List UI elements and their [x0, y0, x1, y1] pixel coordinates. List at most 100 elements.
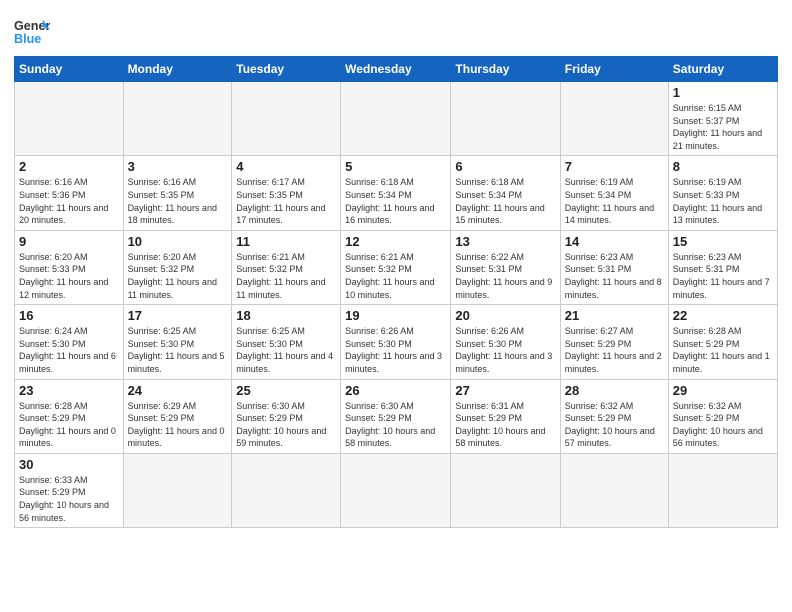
calendar-cell: 28 Sunrise: 6:32 AM Sunset: 5:29 PM Dayli… — [560, 379, 668, 453]
calendar-cell: 18 Sunrise: 6:25 AM Sunset: 5:30 PM Dayli… — [232, 305, 341, 379]
calendar-cell: 25Sunrise: 6:30 AM Sunset: 5:29 PM Dayli… — [232, 379, 341, 453]
calendar-cell: 14 Sunrise: 6:23 AM Sunset: 5:31 PM Dayli… — [560, 230, 668, 304]
calendar-cell: 13 Sunrise: 6:22 AM Sunset: 5:31 PM Dayli… — [451, 230, 560, 304]
calendar-cell: 27Sunrise: 6:31 AM Sunset: 5:29 PM Dayli… — [451, 379, 560, 453]
calendar-cell: 7Sunrise: 6:19 AM Sunset: 5:34 PM Daylig… — [560, 156, 668, 230]
day-number: 7 — [565, 159, 664, 174]
day-number: 26 — [345, 383, 446, 398]
day-number: 9 — [19, 234, 119, 249]
day-number: 22 — [673, 308, 773, 323]
weekday-header-friday: Friday — [560, 57, 668, 82]
day-number: 2 — [19, 159, 119, 174]
week-row-0: 1 Sunrise: 6:15 AM Sunset: 5:37 PM Daylig… — [15, 82, 778, 156]
day-info: Sunrise: 6:30 AM Sunset: 5:29 PM Dayligh… — [236, 400, 336, 450]
day-number: 5 — [345, 159, 446, 174]
calendar-cell: 6 Sunrise: 6:18 AM Sunset: 5:34 PM Daylig… — [451, 156, 560, 230]
calendar-cell: 20 Sunrise: 6:26 AM Sunset: 5:30 PM Dayli… — [451, 305, 560, 379]
week-row-3: 16Sunrise: 6:24 AM Sunset: 5:30 PM Dayli… — [15, 305, 778, 379]
calendar-cell — [451, 453, 560, 527]
header: General Blue — [14, 10, 778, 50]
calendar-cell — [232, 453, 341, 527]
calendar-cell: 23 Sunrise: 6:28 AM Sunset: 5:29 PM Dayli… — [15, 379, 124, 453]
calendar-cell — [341, 453, 451, 527]
calendar-cell — [668, 453, 777, 527]
logo-icon: General Blue — [14, 14, 50, 50]
calendar-cell: 12 Sunrise: 6:21 AM Sunset: 5:32 PM Dayli… — [341, 230, 451, 304]
day-number: 14 — [565, 234, 664, 249]
weekday-header-row: SundayMondayTuesdayWednesdayThursdayFrid… — [15, 57, 778, 82]
day-info: Sunrise: 6:25 AM Sunset: 5:30 PM Dayligh… — [236, 325, 336, 375]
day-number: 13 — [455, 234, 555, 249]
day-number: 28 — [565, 383, 664, 398]
calendar-cell: 3Sunrise: 6:16 AM Sunset: 5:35 PM Daylig… — [123, 156, 232, 230]
day-number: 27 — [455, 383, 555, 398]
calendar-cell: 15 Sunrise: 6:23 AM Sunset: 5:31 PM Dayli… — [668, 230, 777, 304]
calendar-cell: 19Sunrise: 6:26 AM Sunset: 5:30 PM Dayli… — [341, 305, 451, 379]
calendar-cell: 29Sunrise: 6:32 AM Sunset: 5:29 PM Dayli… — [668, 379, 777, 453]
calendar-cell: 11 Sunrise: 6:21 AM Sunset: 5:32 PM Dayli… — [232, 230, 341, 304]
logo: General Blue — [14, 14, 50, 50]
day-number: 15 — [673, 234, 773, 249]
day-number: 24 — [128, 383, 228, 398]
calendar: SundayMondayTuesdayWednesdayThursdayFrid… — [14, 56, 778, 528]
day-number: 17 — [128, 308, 228, 323]
calendar-cell: 17 Sunrise: 6:25 AM Sunset: 5:30 PM Dayli… — [123, 305, 232, 379]
day-info: Sunrise: 6:20 AM Sunset: 5:32 PM Dayligh… — [128, 251, 228, 301]
calendar-cell: 16Sunrise: 6:24 AM Sunset: 5:30 PM Dayli… — [15, 305, 124, 379]
day-info: Sunrise: 6:28 AM Sunset: 5:29 PM Dayligh… — [673, 325, 773, 375]
day-info: Sunrise: 6:15 AM Sunset: 5:37 PM Dayligh… — [673, 102, 773, 152]
day-info: Sunrise: 6:21 AM Sunset: 5:32 PM Dayligh… — [236, 251, 336, 301]
calendar-cell — [15, 82, 124, 156]
calendar-cell: 5 Sunrise: 6:18 AM Sunset: 5:34 PM Daylig… — [341, 156, 451, 230]
day-info: Sunrise: 6:20 AM Sunset: 5:33 PM Dayligh… — [19, 251, 119, 301]
calendar-cell: 1 Sunrise: 6:15 AM Sunset: 5:37 PM Daylig… — [668, 82, 777, 156]
day-info: Sunrise: 6:29 AM Sunset: 5:29 PM Dayligh… — [128, 400, 228, 450]
day-info: Sunrise: 6:16 AM Sunset: 5:36 PM Dayligh… — [19, 176, 119, 226]
day-info: Sunrise: 6:17 AM Sunset: 5:35 PM Dayligh… — [236, 176, 336, 226]
day-info: Sunrise: 6:26 AM Sunset: 5:30 PM Dayligh… — [345, 325, 446, 375]
day-info: Sunrise: 6:23 AM Sunset: 5:31 PM Dayligh… — [565, 251, 664, 301]
calendar-cell — [560, 82, 668, 156]
weekday-header-sunday: Sunday — [15, 57, 124, 82]
calendar-cell: 8 Sunrise: 6:19 AM Sunset: 5:33 PM Daylig… — [668, 156, 777, 230]
day-number: 18 — [236, 308, 336, 323]
weekday-header-monday: Monday — [123, 57, 232, 82]
calendar-cell: 21 Sunrise: 6:27 AM Sunset: 5:29 PM Dayli… — [560, 305, 668, 379]
day-number: 4 — [236, 159, 336, 174]
day-number: 10 — [128, 234, 228, 249]
day-info: Sunrise: 6:22 AM Sunset: 5:31 PM Dayligh… — [455, 251, 555, 301]
day-number: 11 — [236, 234, 336, 249]
day-info: Sunrise: 6:16 AM Sunset: 5:35 PM Dayligh… — [128, 176, 228, 226]
week-row-5: 30Sunrise: 6:33 AM Sunset: 5:29 PM Dayli… — [15, 453, 778, 527]
day-info: Sunrise: 6:32 AM Sunset: 5:29 PM Dayligh… — [565, 400, 664, 450]
day-number: 30 — [19, 457, 119, 472]
day-info: Sunrise: 6:26 AM Sunset: 5:30 PM Dayligh… — [455, 325, 555, 375]
calendar-cell — [341, 82, 451, 156]
day-number: 16 — [19, 308, 119, 323]
calendar-cell: 2 Sunrise: 6:16 AM Sunset: 5:36 PM Daylig… — [15, 156, 124, 230]
day-number: 21 — [565, 308, 664, 323]
day-info: Sunrise: 6:32 AM Sunset: 5:29 PM Dayligh… — [673, 400, 773, 450]
day-number: 23 — [19, 383, 119, 398]
day-info: Sunrise: 6:25 AM Sunset: 5:30 PM Dayligh… — [128, 325, 228, 375]
calendar-cell — [123, 453, 232, 527]
page: General Blue SundayMondayTuesdayWednesda… — [0, 0, 792, 612]
day-number: 12 — [345, 234, 446, 249]
weekday-header-thursday: Thursday — [451, 57, 560, 82]
day-number: 20 — [455, 308, 555, 323]
day-info: Sunrise: 6:18 AM Sunset: 5:34 PM Dayligh… — [345, 176, 446, 226]
day-number: 6 — [455, 159, 555, 174]
day-info: Sunrise: 6:28 AM Sunset: 5:29 PM Dayligh… — [19, 400, 119, 450]
day-number: 8 — [673, 159, 773, 174]
calendar-cell: 30Sunrise: 6:33 AM Sunset: 5:29 PM Dayli… — [15, 453, 124, 527]
day-info: Sunrise: 6:18 AM Sunset: 5:34 PM Dayligh… — [455, 176, 555, 226]
svg-text:Blue: Blue — [14, 32, 41, 46]
calendar-cell: 4 Sunrise: 6:17 AM Sunset: 5:35 PM Daylig… — [232, 156, 341, 230]
calendar-cell — [123, 82, 232, 156]
calendar-cell — [232, 82, 341, 156]
day-info: Sunrise: 6:21 AM Sunset: 5:32 PM Dayligh… — [345, 251, 446, 301]
day-info: Sunrise: 6:23 AM Sunset: 5:31 PM Dayligh… — [673, 251, 773, 301]
day-number: 1 — [673, 85, 773, 100]
day-info: Sunrise: 6:27 AM Sunset: 5:29 PM Dayligh… — [565, 325, 664, 375]
day-info: Sunrise: 6:19 AM Sunset: 5:33 PM Dayligh… — [673, 176, 773, 226]
